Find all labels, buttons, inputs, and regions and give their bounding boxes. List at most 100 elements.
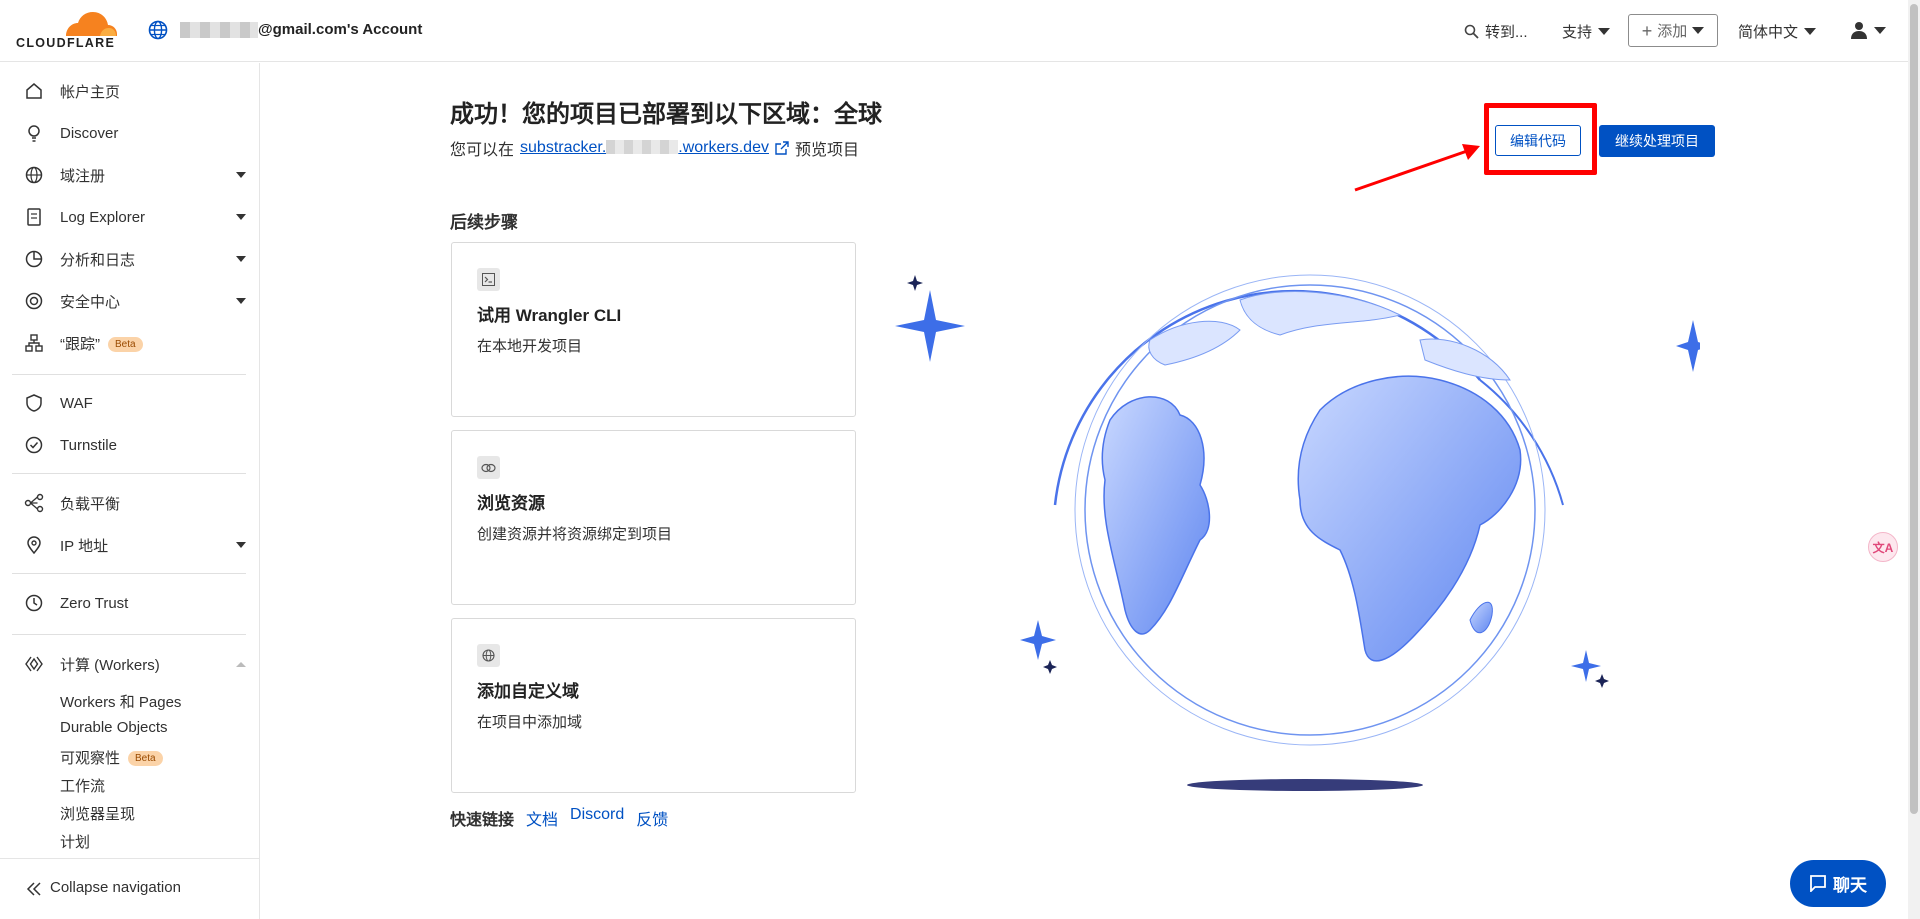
sidebar-item-discover[interactable]: Discover [0, 115, 259, 151]
sidebar-item-label: 负载平衡 [60, 495, 121, 513]
sidebar-item-label: Log Explorer [60, 208, 146, 226]
chevron-down-icon [1874, 26, 1886, 34]
plus-icon: + [1641, 20, 1653, 41]
external-link-icon[interactable] [775, 141, 789, 155]
chevron-up-icon [236, 661, 246, 667]
chevron-down-icon [236, 214, 246, 220]
quick-link-docs[interactable]: 文档 [526, 806, 558, 830]
chevron-down-icon [1692, 27, 1705, 34]
support-label: 支持 [1562, 24, 1593, 41]
sidebar-item-domain-registration[interactable]: 域注册 [0, 157, 259, 193]
divider [12, 374, 246, 375]
collapse-label: Collapse navigation [50, 879, 181, 896]
beta-badge: Beta [108, 336, 143, 352]
sidebar-item-home[interactable]: 帐户主页 [0, 73, 259, 109]
lightbulb-icon [28, 125, 40, 142]
brand-text: CLOUDFLARE [16, 36, 116, 50]
sidebar-item-analytics[interactable]: 分析和日志 [0, 241, 259, 277]
sidebar-item-label: 安全中心 [60, 293, 121, 311]
sidebar-item-label: Zero Trust [60, 594, 129, 612]
collapse-navigation[interactable]: Collapse navigation [0, 858, 259, 918]
card-description: 在本地开发项目 [477, 338, 583, 355]
turnstile-icon [25, 436, 43, 454]
scroll-thumb[interactable] [1910, 4, 1918, 814]
globe-illustration [895, 274, 1700, 791]
globe-icon [148, 20, 168, 40]
preview-url-redacted [606, 139, 679, 154]
sidebar-subitem-label: 可观察性 [60, 750, 121, 767]
sidebar-item-turnstile[interactable]: Turnstile [0, 427, 259, 463]
sidebar-item-label: Turnstile [60, 436, 117, 454]
preview-url-link[interactable]: substracker. .workers.dev [520, 139, 769, 157]
support-menu[interactable]: 支持 [1562, 21, 1611, 42]
edit-code-button[interactable]: 编辑代码 [1495, 125, 1581, 156]
document-icon [27, 208, 41, 226]
preview-url-end: .workers.dev [678, 139, 769, 156]
card-description: 创建资源并将资源绑定到项目 [477, 526, 673, 543]
sidebar-subitem-durable-objects[interactable]: Durable Objects [60, 719, 168, 736]
sidebar-item-label: 计算 (Workers) [60, 656, 160, 674]
sidebar-subitem-workers-pages[interactable]: Workers 和 Pages [60, 691, 181, 712]
card-title: 浏览资源 [477, 494, 545, 513]
sidebar-subitem-observability[interactable]: 可观察性 Beta [60, 747, 163, 768]
quick-link-feedback[interactable]: 反馈 [636, 806, 668, 830]
add-label: 添加 [1657, 23, 1688, 40]
sidebar-item-label: WAF [60, 394, 93, 412]
user-menu[interactable] [1850, 21, 1886, 39]
sidebar-item-label: 帐户主页 [60, 83, 121, 101]
sidebar-item-label: “跟踪” [60, 335, 100, 353]
sidebar-item-label: 分析和日志 [60, 251, 136, 269]
sidebar-item-trace[interactable]: “跟踪” Beta [0, 325, 259, 361]
pie-chart-icon [25, 250, 43, 268]
beta-badge: Beta [128, 751, 163, 766]
next-steps-title: 后续步骤 [450, 213, 518, 232]
sidebar-item-log-explorer[interactable]: Log Explorer [0, 199, 259, 235]
goto-search[interactable]: 转到... [1464, 21, 1528, 42]
card-browse-resources[interactable]: 浏览资源 创建资源并将资源绑定到项目 [451, 430, 856, 605]
continue-project-button[interactable]: 继续处理项目 [1599, 125, 1715, 157]
load-balancer-icon [24, 493, 44, 513]
chevron-down-icon [236, 172, 246, 178]
sidebar-item-waf[interactable]: WAF [0, 385, 259, 421]
globe-icon [477, 644, 500, 667]
sidebar-item-zero-trust[interactable]: Zero Trust [0, 585, 259, 621]
sitemap-icon [25, 334, 43, 352]
goto-label: 转到... [1485, 24, 1528, 41]
sidebar-item-ip-addresses[interactable]: IP 地址 [0, 527, 259, 563]
card-title: 试用 Wrangler CLI [477, 306, 622, 325]
sidebar-subitem-plans[interactable]: 计划 [60, 831, 90, 852]
sidebar-item-security-center[interactable]: 安全中心 [0, 283, 259, 319]
preview-prefix: 您可以在 [450, 142, 515, 159]
card-custom-domain[interactable]: 添加自定义域 在项目中添加域 [451, 618, 856, 793]
add-button[interactable]: + 添加 [1628, 14, 1718, 47]
cloudflare-logo[interactable]: CLOUDFLARE [16, 10, 124, 50]
language-menu[interactable]: 简体中文 [1738, 21, 1817, 42]
card-wrangler[interactable]: 试用 Wrangler CLI 在本地开发项目 [451, 242, 856, 417]
chat-label: 聊天 [1833, 876, 1867, 895]
translate-icon[interactable]: 文A [1868, 532, 1898, 562]
sidebar-subitem-browser-rendering[interactable]: 浏览器呈现 [60, 803, 135, 824]
sidebar-item-workers[interactable]: 计算 (Workers) [0, 646, 259, 682]
card-description: 在项目中添加域 [477, 714, 583, 731]
waf-shield-icon [26, 394, 42, 412]
location-pin-icon [27, 536, 41, 555]
chevron-down-icon [1804, 28, 1817, 35]
sidebar-item-load-balancing[interactable]: 负载平衡 [0, 485, 259, 521]
card-title: 添加自定义域 [477, 682, 579, 701]
sidebar-subitem-workflows[interactable]: 工作流 [60, 775, 105, 796]
sidebar-item-label: IP 地址 [60, 537, 109, 555]
home-icon [26, 83, 42, 99]
workers-icon [25, 656, 43, 672]
shield-icon [25, 292, 43, 310]
preview-line: 您可以在 substracker. .workers.dev 预览项目 [450, 136, 859, 160]
double-chevron-left-icon [26, 882, 41, 896]
page-scrollbar[interactable] [1908, 0, 1920, 919]
account-name[interactable]: @gmail.com's Account [258, 21, 422, 38]
chat-button[interactable]: 聊天 [1790, 860, 1886, 907]
chevron-down-icon [236, 256, 246, 262]
language-label: 简体中文 [1738, 24, 1799, 41]
quick-link-discord[interactable]: Discord [570, 806, 624, 830]
account-email-redacted [180, 22, 258, 38]
chevron-down-icon [236, 298, 246, 304]
user-icon [1851, 22, 1867, 39]
